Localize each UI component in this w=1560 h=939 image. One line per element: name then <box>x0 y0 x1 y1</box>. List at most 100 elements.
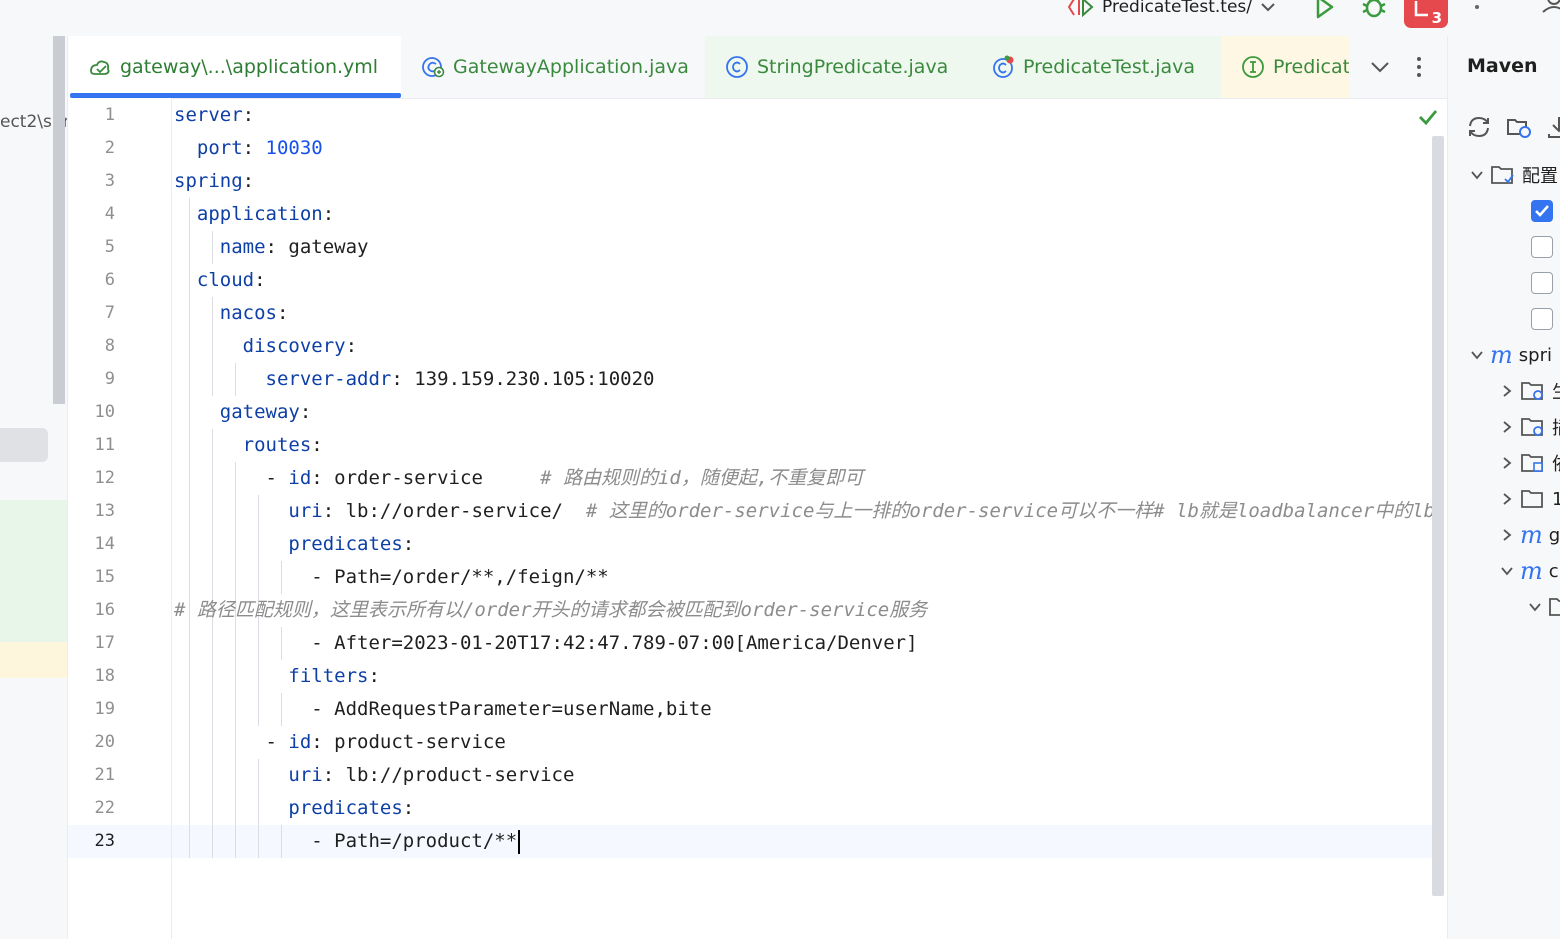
plugins-folder-icon <box>1521 418 1543 436</box>
code-sep: : <box>345 335 358 357</box>
line-number: 6 <box>104 270 115 290</box>
tab-gateway-application[interactable]: GatewayApplication.java <box>401 36 705 98</box>
tree-module-g[interactable]: m g <box>1500 520 1560 550</box>
project-panel: ect2\spr <box>0 36 67 939</box>
tree-profiles-folder[interactable]: 配置 <box>1470 160 1558 190</box>
tree-label: g <box>1548 524 1560 546</box>
profile-checkbox-1[interactable] <box>1531 200 1553 222</box>
line-number: 2 <box>104 138 115 158</box>
bell-icon <box>1414 1 1428 17</box>
code-line: uri: lb://order-service/ # 这里的order-serv… <box>174 495 1432 528</box>
code-line: discovery: <box>174 330 357 363</box>
code-line: - After=2023-01-20T17:42:47.789-07:00[Am… <box>174 627 917 660</box>
tree-label: spri <box>1518 344 1552 366</box>
line-number: 3 <box>104 171 115 191</box>
line-number: 22 <box>94 798 115 818</box>
dependencies-folder-icon <box>1521 454 1543 472</box>
tab-label: GatewayApplication.java <box>453 56 689 78</box>
code-key: uri <box>288 500 323 522</box>
project-selected-row[interactable] <box>0 428 48 462</box>
code-indent: - <box>174 467 289 489</box>
tree-module-c[interactable]: m c <box>1500 556 1559 586</box>
line-number: 16 <box>94 600 115 620</box>
code-line: routes: <box>174 429 323 462</box>
tree-lifecycle[interactable]: 生 <box>1500 376 1560 406</box>
code-key: server-addr <box>265 368 392 390</box>
line-number-gutter[interactable]: 1 2 3 4 5 6 7 8 9 10 11 12 13 14 15 16 17 18 19 20 21 22 23 <box>68 98 172 939</box>
tab-predicate[interactable]: Predicate <box>1221 36 1349 98</box>
code-key: routes <box>242 434 312 456</box>
tree-folder[interactable]: 1 <box>1500 484 1560 514</box>
editor-tabs: gateway\...\application.yml × GatewayApp… <box>68 36 1447 99</box>
folder-icon <box>1521 490 1543 508</box>
more-vertical-icon[interactable] <box>1406 54 1432 80</box>
code-line: name: gateway <box>174 231 369 264</box>
code-line: - id: order-service # 路由规则的id，随便起,不重复即可 <box>174 462 864 495</box>
code-line: server-addr: 139.159.230.105:10020 <box>174 363 655 396</box>
code-line: - AddRequestParameter=userName,bite <box>174 693 711 726</box>
tree-root-module[interactable]: m spri <box>1470 340 1552 370</box>
more-vertical-icon[interactable] <box>1464 0 1492 20</box>
code-sep: : <box>265 236 289 258</box>
profile-checkbox-4[interactable] <box>1531 308 1553 330</box>
download-icon[interactable] <box>1546 114 1560 140</box>
tree-label: c <box>1548 560 1559 582</box>
maven-title: Maven <box>1467 55 1538 77</box>
text-caret <box>518 829 521 854</box>
run-icon[interactable] <box>1310 0 1338 20</box>
notifications-count: 3 <box>1431 9 1442 27</box>
maven-panel: Maven 配置 m spri 生 插 依 <box>1447 36 1560 939</box>
debug-icon[interactable] <box>1360 0 1388 20</box>
notifications-badge[interactable]: 3 <box>1404 0 1448 28</box>
profile-checkbox-3[interactable] <box>1531 272 1553 294</box>
line-number: 12 <box>94 468 115 488</box>
chevron-right-icon <box>1503 457 1512 469</box>
profile-checkbox-2[interactable] <box>1531 236 1553 258</box>
code-val: - Path=/order/**,/feign/** <box>311 566 609 588</box>
code-sep: : <box>368 665 380 687</box>
tab-label: PredicateTest.java <box>1023 56 1196 78</box>
tab-string-predicate[interactable]: StringPredicate.java <box>705 36 971 98</box>
code-sep: : <box>311 731 335 753</box>
code-sep: : <box>242 137 266 159</box>
code-key: application <box>196 203 323 225</box>
code-area[interactable]: server: port: 10030 spring: application: … <box>172 98 1432 939</box>
code-line: predicates: <box>174 792 414 825</box>
chevron-down-icon[interactable] <box>1367 54 1393 80</box>
tree-child-row[interactable] <box>1528 592 1560 622</box>
code-comment: # 这里的order-service与上一排的order-service可以不一… <box>562 500 1432 522</box>
code-sep: : <box>322 203 335 225</box>
code-key: server <box>174 104 243 126</box>
code-line: spring: <box>174 165 254 198</box>
code-sep: : <box>254 269 266 291</box>
tab-label: StringPredicate.java <box>757 56 949 78</box>
test-class-icon <box>993 55 1014 78</box>
project-scrollbar[interactable] <box>53 36 65 404</box>
tree-dependencies[interactable]: 依 <box>1500 448 1560 478</box>
reload-icon[interactable] <box>1466 114 1492 140</box>
code-sep: : <box>322 764 346 786</box>
line-number: 11 <box>94 435 115 455</box>
run-configuration-selector[interactable]: PredicateTest.tes/ <box>1068 0 1276 20</box>
tab-label: Predicate <box>1273 56 1349 78</box>
check-icon <box>1535 205 1549 217</box>
user-icon[interactable] <box>1540 0 1560 20</box>
line-number: 8 <box>104 336 115 356</box>
chevron-down-icon <box>1501 567 1513 576</box>
inspection-ok-icon[interactable] <box>1417 106 1439 128</box>
tab-application-yml[interactable]: gateway\...\application.yml × <box>68 36 401 98</box>
tab-label: gateway\...\application.yml <box>120 56 379 78</box>
reload-folder-icon[interactable] <box>1506 114 1532 140</box>
line-number: 5 <box>104 237 115 257</box>
tree-plugins[interactable]: 插 <box>1500 412 1560 442</box>
tab-predicate-test[interactable]: PredicateTest.java <box>971 36 1221 98</box>
code-comment: # 路径匹配规则，这里表示所有以/order开头的请求都会被匹配到order-s… <box>174 599 928 621</box>
editor-scrollbar[interactable] <box>1432 136 1444 896</box>
